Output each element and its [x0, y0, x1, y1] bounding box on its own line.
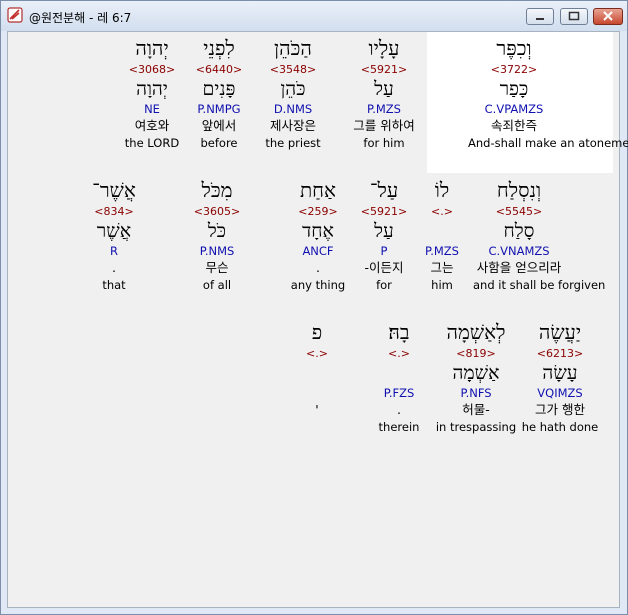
app-window: @원전분해 - 레 6:7 וְכִפֶּר <3722> כָּפַר C.VPAM… — [0, 0, 628, 615]
word-column[interactable]: יַעֲשֶׂה <6213> עָשָׂה VQIMZS 그가 행한 he hath d… — [514, 322, 606, 438]
hebrew-word: אֲשֶׁר־ — [92, 178, 136, 202]
app-logo-icon — [7, 7, 23, 23]
maximize-icon — [568, 11, 580, 21]
hebrew-lemma: אֶחָד — [302, 220, 334, 242]
word-column[interactable]: פ <.> ' — [271, 322, 363, 438]
english-gloss: that — [102, 278, 126, 292]
minimize-icon — [536, 18, 544, 20]
word-column[interactable]: אֲשֶׁר־ <834> אֲשֶׁר R. that — [68, 180, 160, 296]
word-column[interactable]: עָלָיו <5921> עַל P.MZS 그를 위하여 for him — [338, 38, 430, 154]
english-gloss: he hath done — [521, 420, 599, 434]
english-gloss: any thing — [290, 278, 346, 292]
strong-number: <.> — [306, 347, 328, 360]
word-column[interactable]: אַחַת <259> אֶחָד ANCF. any thing — [272, 180, 364, 296]
korean-gloss: ' — [315, 402, 319, 417]
hebrew-lemma: עַל — [374, 78, 394, 100]
maximize-button[interactable] — [560, 8, 588, 25]
word-column[interactable]: מִכֹּל <3605> כֹּל P.NMS 무슨 of all — [171, 180, 263, 296]
hebrew-word: עָלָיו — [368, 36, 400, 60]
minimize-button[interactable] — [526, 8, 554, 25]
title-bar[interactable]: @원전분해 - 레 6:7 — [1, 1, 627, 31]
english-gloss: And-shall make an atonement — [468, 136, 628, 150]
word-column[interactable]: יְהוָה <3068> יְהוָה NE 여호와 the LORD — [106, 38, 198, 154]
hebrew-lemma — [271, 364, 363, 388]
window-title: @원전분해 - 레 6:7 — [29, 11, 132, 25]
hebrew-word: בָהּ׃ — [388, 320, 410, 344]
english-gloss: the LORD — [124, 136, 180, 150]
hebrew-word: פ — [311, 320, 323, 344]
hebrew-lemma: עָשָׂה — [542, 362, 578, 384]
close-icon — [603, 11, 613, 21]
word-column[interactable]: בָהּ׃ <.> P.FZS. therein — [353, 322, 445, 438]
strong-number: <.> — [388, 347, 410, 360]
hebrew-lemma: יְהוָה — [136, 78, 168, 100]
hebrew-word: וְכִפֶּר — [496, 36, 532, 60]
interlinear-panel[interactable]: וְכִפֶּר <3722> כָּפַר C.VPAMZS 속죄한즉 And-shal… — [7, 31, 628, 608]
english-gloss: therein — [378, 420, 420, 434]
english-gloss: of all — [202, 278, 232, 292]
hebrew-word: אַחַת — [299, 178, 337, 202]
hebrew-lemma: אֲשֶׁר — [96, 220, 132, 242]
english-gloss: for him — [363, 136, 405, 150]
hebrew-word: מִכֹּל — [201, 178, 233, 202]
hebrew-lemma: כֹּל — [207, 220, 227, 242]
close-button[interactable] — [593, 8, 623, 25]
hebrew-lemma: כָּפַר — [499, 78, 529, 100]
hebrew-word: יַעֲשֶׂה — [538, 320, 582, 344]
hebrew-word: יְהוָה — [135, 36, 169, 60]
english-gloss — [271, 422, 363, 438]
hebrew-lemma — [353, 364, 445, 388]
word-column[interactable]: וְכִפֶּר <3722> כָּפַר C.VPAMZS 속죄한즉 And-shal… — [468, 36, 628, 154]
